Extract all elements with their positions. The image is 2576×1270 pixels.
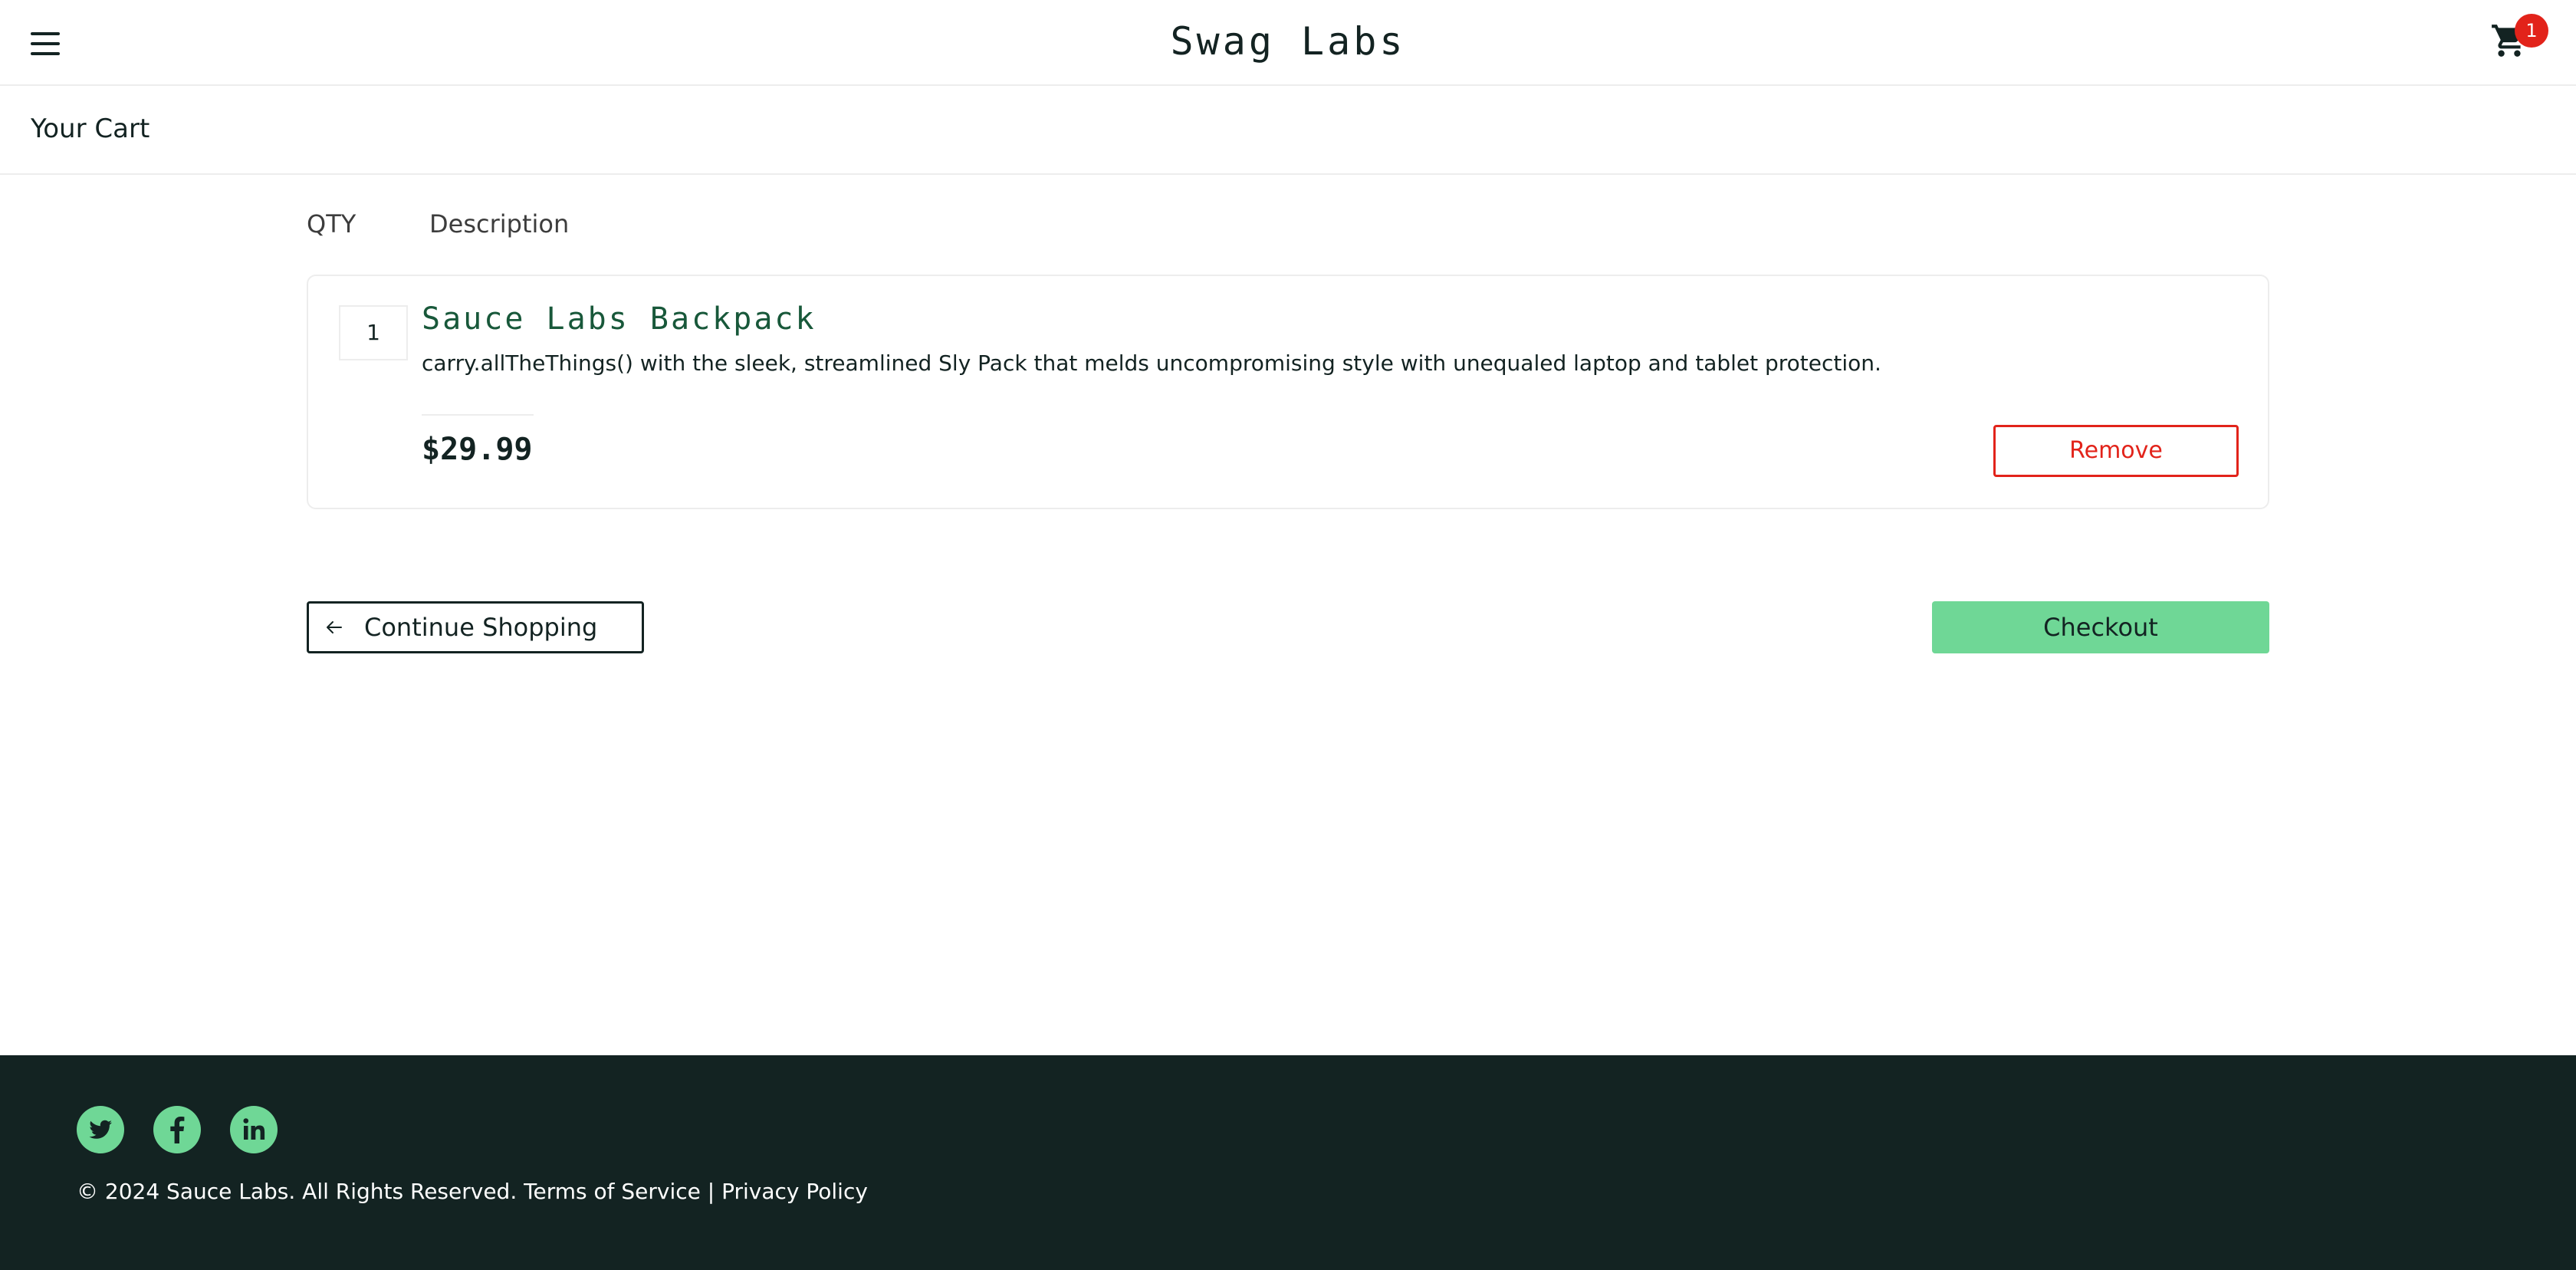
secondary-header: Your Cart <box>0 86 2576 175</box>
cart-item-quantity: 1 <box>339 305 408 360</box>
twitter-link[interactable] <box>77 1106 124 1153</box>
cart-item-description: carry.allTheThings() with the sleek, str… <box>422 350 1881 376</box>
facebook-icon <box>170 1117 185 1143</box>
linkedin-link[interactable] <box>230 1106 278 1153</box>
cart-badge: 1 <box>2515 14 2548 48</box>
app-logo: Swag Labs <box>1170 19 1406 64</box>
continue-shopping-button[interactable]: Continue Shopping <box>307 601 644 653</box>
facebook-link[interactable] <box>153 1106 201 1153</box>
hamburger-menu-icon[interactable] <box>31 32 61 58</box>
checkout-button[interactable]: Checkout <box>1932 601 2269 653</box>
continue-shopping-label: Continue Shopping <box>364 613 598 642</box>
description-column-label: Description <box>429 209 570 239</box>
linkedin-icon <box>243 1118 265 1140</box>
price-divider <box>422 414 534 416</box>
primary-header: Swag Labs 1 <box>0 0 2576 86</box>
page-title: Your Cart <box>31 114 150 144</box>
cart-item: 1 Sauce Labs Backpack carry.allTheThings… <box>307 275 2269 509</box>
cart-item-price: $29.99 <box>422 432 533 467</box>
qty-column-label: QTY <box>307 209 356 239</box>
remove-button[interactable]: Remove <box>1993 425 2239 477</box>
cart-item-name-link[interactable]: Sauce Labs Backpack <box>422 299 816 339</box>
footer-copyright: © 2024 Sauce Labs. All Rights Reserved. … <box>77 1179 868 1204</box>
twitter-icon <box>89 1120 112 1139</box>
arrow-left-icon <box>327 621 342 633</box>
footer: © 2024 Sauce Labs. All Rights Reserved. … <box>0 1055 2576 1270</box>
shopping-cart-link[interactable]: 1 <box>2484 14 2553 67</box>
